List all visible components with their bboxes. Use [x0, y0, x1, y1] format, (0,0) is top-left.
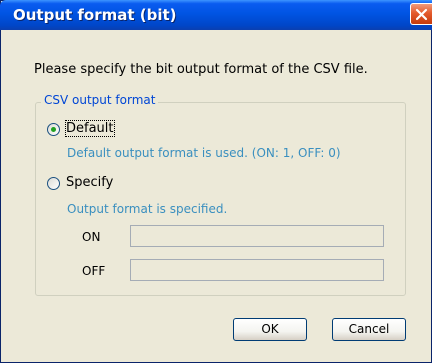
radio-selected-dot [51, 127, 56, 132]
specify-radio-label[interactable]: Specify [66, 175, 113, 190]
on-value-field[interactable] [130, 225, 384, 247]
dialog-window: Output format (bit) Please specify the b… [0, 0, 432, 363]
window-title: Output format (bit) [13, 6, 177, 24]
specify-radio[interactable] [47, 177, 60, 190]
off-value-field[interactable] [130, 259, 384, 281]
ok-button[interactable]: OK [233, 318, 307, 341]
title-bar[interactable]: Output format (bit) [0, 0, 432, 30]
close-button[interactable] [410, 3, 432, 25]
close-icon [415, 8, 428, 21]
default-description: Default output format is used. (ON: 1, O… [67, 146, 341, 160]
off-field-label: OFF [82, 264, 106, 278]
on-field-label: ON [82, 230, 101, 244]
default-radio-label[interactable]: Default [65, 120, 115, 137]
instruction-text: Please specify the bit output format of … [34, 62, 368, 77]
cancel-button[interactable]: Cancel [332, 318, 406, 341]
group-legend: CSV output format [41, 93, 159, 107]
default-radio[interactable] [47, 123, 60, 136]
specify-description: Output format is specified. [67, 202, 228, 216]
